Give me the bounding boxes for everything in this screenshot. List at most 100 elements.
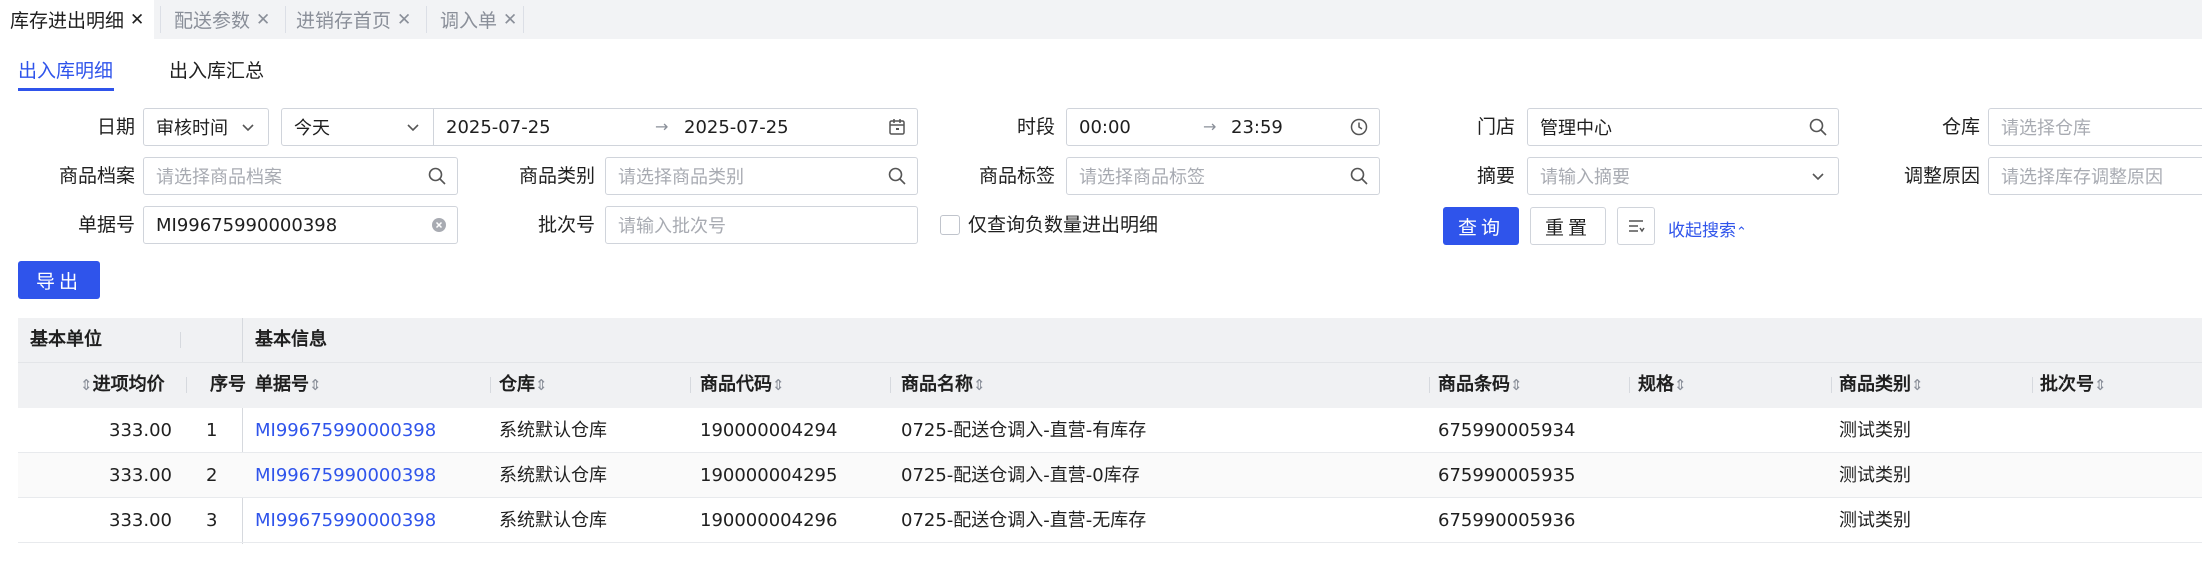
warehouse-placeholder: 请选择仓库 (2001, 118, 2091, 139)
product-tag-label: 商品标签 (978, 165, 1055, 187)
cell-barcode: 675990005936 (1438, 510, 1576, 531)
chevron-down-icon (1812, 173, 1824, 181)
doc-no-value: MI99675990000398 (156, 214, 338, 236)
cell-warehouse: 系统默认仓库 (499, 510, 607, 531)
tab-inventory-detail[interactable]: 库存进出明细 ✕ (0, 0, 155, 39)
sort-icon: ⇕ (772, 376, 785, 394)
col-warehouse[interactable]: 仓库⇕ (499, 363, 548, 407)
column-divider (186, 377, 187, 393)
subtab-detail[interactable]: 出入库明细 (18, 56, 113, 83)
adjust-reason-select[interactable]: 请选择库存调整原因 (1988, 157, 2202, 195)
query-button[interactable]: 查询 (1443, 207, 1519, 245)
collapse-search-link[interactable]: 收起搜索⌃ (1668, 216, 1747, 241)
collapse-search-label: 收起搜索 (1668, 221, 1736, 241)
search-icon[interactable] (1808, 117, 1828, 137)
product-archive-select[interactable]: 请选择商品档案 (143, 157, 458, 195)
col-doc-no[interactable]: 单据号⇕ (255, 363, 322, 407)
tab-label: 配送参数 (174, 10, 251, 32)
export-button[interactable]: 导出 (18, 261, 100, 299)
cell-seq: 3 (206, 510, 218, 531)
store-value: 管理中心 (1540, 118, 1612, 139)
col-spec[interactable]: 规格⇕ (1638, 363, 1687, 407)
subtab-summary[interactable]: 出入库汇总 (169, 56, 264, 83)
col-avg-price-label: 进项均价 (92, 374, 165, 395)
search-icon[interactable] (1349, 166, 1369, 186)
sort-icon: ⇕ (1674, 376, 1687, 394)
col-code[interactable]: 商品代码⇕ (700, 363, 785, 407)
col-category-label: 商品类别 (1839, 374, 1911, 395)
range-arrow-icon: → (1203, 117, 1217, 136)
store-label: 门店 (1476, 116, 1515, 138)
negative-only-checkbox[interactable] (940, 215, 960, 235)
column-divider (1429, 377, 1430, 393)
col-doc-no-label: 单据号 (255, 374, 309, 395)
date-type-select[interactable]: 审核时间 (143, 108, 269, 146)
product-tag-select[interactable]: 请选择商品标签 (1066, 157, 1380, 195)
col-avg-price[interactable]: ⇕进项均价 (80, 363, 165, 407)
table-row[interactable]: 333.00 1 MI99675990000398 系统默认仓库 1900000… (18, 408, 2202, 453)
search-icon[interactable] (887, 166, 907, 186)
chevron-up-icon: ⌃ (1736, 225, 1747, 240)
cell-doc-no-link[interactable]: MI99675990000398 (255, 408, 436, 453)
doc-no-label: 单据号 (77, 214, 135, 236)
product-category-label: 商品类别 (518, 165, 595, 187)
table-row[interactable]: 333.00 2 MI99675990000398 系统默认仓库 1900000… (18, 453, 2202, 498)
reset-button[interactable]: 重置 (1530, 207, 1606, 245)
tab-inventory-home[interactable]: 进销存首页 ✕ (286, 0, 421, 39)
col-barcode[interactable]: 商品条码⇕ (1438, 363, 1523, 407)
date-range-picker[interactable]: 今天 2025-07-25 → 2025-07-25 (281, 108, 918, 146)
end-time-input[interactable]: 23:59 (1231, 117, 1283, 138)
calendar-icon[interactable] (887, 117, 907, 137)
summary-select[interactable]: 请输入摘要 (1527, 157, 1839, 195)
tab-delivery-params[interactable]: 配送参数 ✕ (164, 0, 280, 39)
close-icon[interactable]: ✕ (256, 10, 270, 30)
close-icon[interactable]: ✕ (397, 10, 411, 30)
clock-icon[interactable] (1349, 117, 1369, 137)
period-label: 时段 (1016, 116, 1055, 138)
col-warehouse-label: 仓库 (499, 374, 535, 395)
tab-transfer-in[interactable]: 调入单 ✕ (430, 0, 527, 39)
close-icon[interactable]: ✕ (130, 10, 144, 30)
batch-no-placeholder: 请输入批次号 (618, 216, 726, 237)
col-name[interactable]: 商品名称⇕ (901, 363, 986, 407)
cell-doc-no-link[interactable]: MI99675990000398 (255, 453, 436, 498)
close-icon[interactable]: ✕ (503, 10, 517, 30)
warehouse-label: 仓库 (1941, 116, 1980, 138)
column-divider (180, 332, 181, 348)
col-category[interactable]: 商品类别⇕ (1839, 363, 1924, 407)
cell-category: 测试类别 (1839, 510, 1911, 531)
sort-icon: ⇕ (2094, 376, 2107, 394)
doc-no-input[interactable]: MI99675990000398 (143, 206, 458, 244)
cell-code: 190000004296 (700, 510, 838, 531)
column-divider (890, 377, 891, 393)
col-barcode-label: 商品条码 (1438, 374, 1510, 395)
cell-warehouse: 系统默认仓库 (499, 465, 607, 486)
col-batch[interactable]: 批次号⇕ (2040, 363, 2107, 407)
period-range-picker[interactable]: 00:00 → 23:59 (1066, 108, 1380, 146)
cell-barcode: 675990005934 (1438, 420, 1576, 441)
cell-seq: 2 (206, 465, 218, 486)
start-date-input[interactable]: 2025-07-25 (446, 117, 551, 138)
clear-icon[interactable] (431, 217, 447, 233)
cell-doc-no-link[interactable]: MI99675990000398 (255, 498, 436, 543)
cell-name: 0725-配送仓调入-直营-无库存 (901, 510, 1147, 531)
tab-label: 调入单 (440, 10, 498, 32)
table-row[interactable]: 333.00 3 MI99675990000398 系统默认仓库 1900000… (18, 498, 2202, 543)
product-category-select[interactable]: 请选择商品类别 (605, 157, 918, 195)
chevron-down-icon (242, 124, 254, 132)
product-tag-placeholder: 请选择商品标签 (1079, 167, 1205, 188)
column-divider (490, 377, 491, 393)
active-tab-indicator (18, 88, 114, 91)
column-settings-button[interactable] (1617, 207, 1655, 245)
end-date-input[interactable]: 2025-07-25 (684, 117, 789, 138)
search-icon[interactable] (427, 166, 447, 186)
start-time-input[interactable]: 00:00 (1079, 117, 1131, 138)
col-code-label: 商品代码 (700, 374, 772, 395)
cell-code: 190000004295 (700, 465, 838, 486)
store-select[interactable]: 管理中心 (1527, 108, 1839, 146)
date-range-select[interactable]: 今天 (282, 109, 434, 145)
warehouse-select[interactable]: 请选择仓库 (1988, 108, 2202, 146)
cell-category: 测试类别 (1839, 420, 1911, 441)
batch-no-input[interactable]: 请输入批次号 (605, 206, 918, 244)
cell-warehouse: 系统默认仓库 (499, 420, 607, 441)
